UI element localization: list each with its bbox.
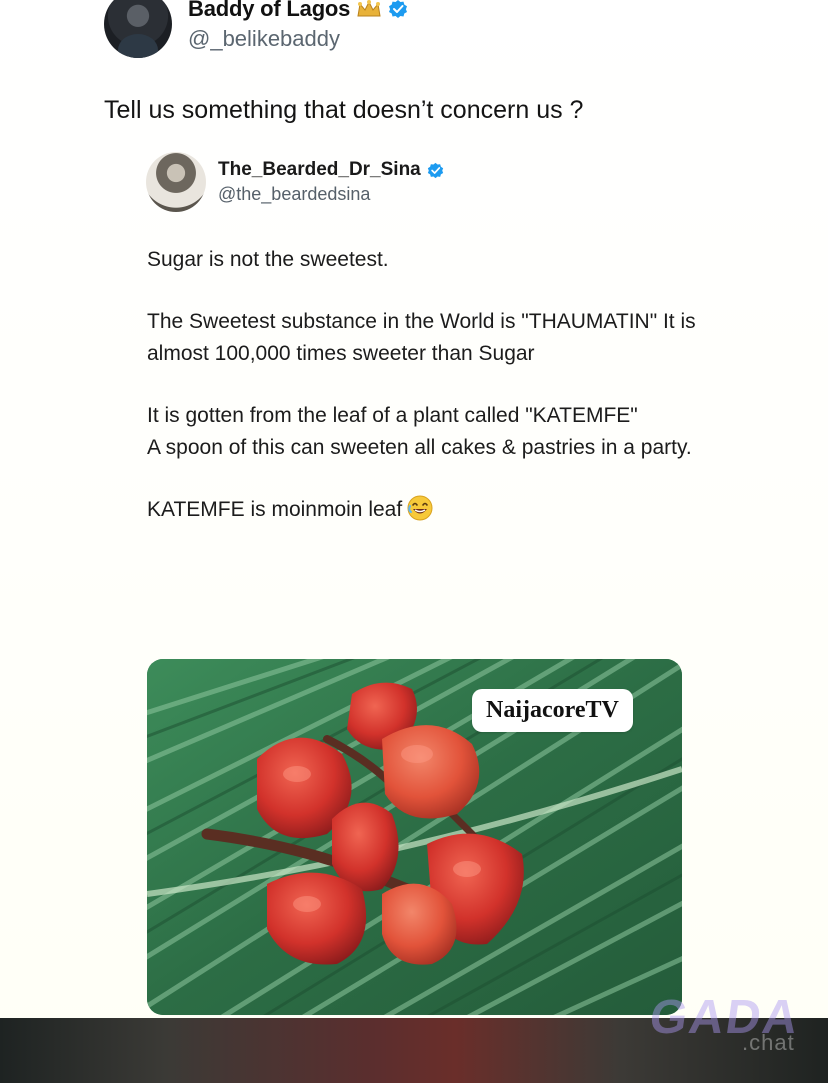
laughing-emoji-icon <box>407 495 433 521</box>
quoted-tweet-header: The_Bearded_Dr_Sina @the_beardedsina <box>146 152 444 212</box>
avatar[interactable] <box>146 152 206 212</box>
screenshot-page: Baddy of Lagos @_belikebaddy Tell us som… <box>0 0 828 1083</box>
quoted-name-row: The_Bearded_Dr_Sina <box>218 159 444 181</box>
quoted-tweet-body: Sugar is not the sweetest. The Sweetest … <box>147 244 707 556</box>
quoted-paragraph: It is gotten from the leaf of a plant ca… <box>147 404 638 427</box>
author-handle[interactable]: @_belikebaddy <box>188 26 408 52</box>
quoted-paragraph: A spoon of this can sweeten all cakes & … <box>147 436 692 459</box>
quoted-author-block: The_Bearded_Dr_Sina @the_beardedsina <box>218 159 444 205</box>
author-name[interactable]: Baddy of Lagos <box>188 0 350 22</box>
crown-icon <box>357 0 381 17</box>
quoted-paragraph-text: KATEMFE is moinmoin leaf <box>147 498 403 521</box>
quoted-paragraph: Sugar is not the sweetest. <box>147 248 389 271</box>
media-watermark: NaijacoreTV <box>472 689 633 732</box>
quoted-paragraph-last: KATEMFE is moinmoin leaf <box>147 494 707 526</box>
quoted-author-name[interactable]: The_Bearded_Dr_Sina <box>218 159 421 181</box>
outer-name-row: Baddy of Lagos <box>188 0 408 22</box>
verified-icon <box>389 0 408 18</box>
brand-watermark-sub: .chat <box>742 1030 795 1055</box>
quoted-author-handle[interactable]: @the_beardedsina <box>218 184 444 205</box>
quoted-paragraph: The Sweetest substance in the World is "… <box>147 310 696 365</box>
outer-tweet-header: Baddy of Lagos @_belikebaddy <box>104 0 408 60</box>
tweet-image[interactable]: NaijacoreTV <box>147 659 682 1015</box>
outer-author-block: Baddy of Lagos @_belikebaddy <box>188 0 408 52</box>
verified-icon <box>427 162 443 178</box>
tweet-text: Tell us something that doesn’t concern u… <box>104 96 584 124</box>
avatar[interactable] <box>104 0 172 58</box>
